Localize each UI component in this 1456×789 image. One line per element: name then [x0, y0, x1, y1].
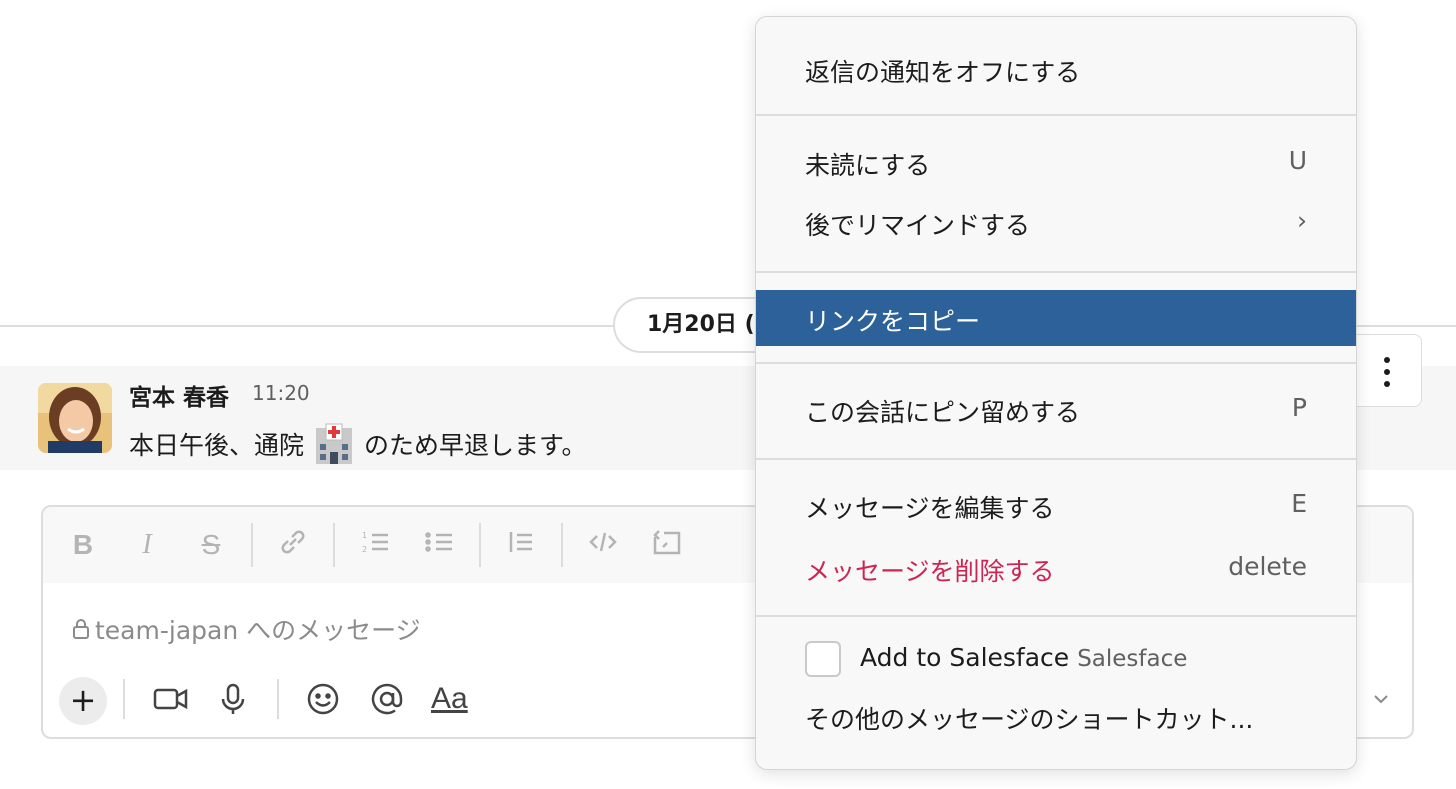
menu-item-turn-off-notifications[interactable]: 返信の通知をオフにする — [756, 41, 1356, 97]
menu-item-label: メッセージを編集する — [805, 494, 1055, 523]
salesface-checkbox[interactable] — [805, 641, 841, 677]
chevron-right-icon: › — [1297, 206, 1307, 235]
menu-divider — [756, 114, 1356, 116]
italic-icon[interactable]: I — [129, 527, 165, 563]
code-block-icon[interactable] — [649, 527, 685, 563]
emoji-icon[interactable] — [303, 679, 343, 719]
menu-item-pin[interactable]: この会話にピン留めする P — [756, 381, 1356, 437]
microphone-icon[interactable] — [213, 679, 253, 719]
avatar[interactable] — [38, 383, 112, 453]
menu-item-copy-link[interactable]: リンクをコピー — [756, 290, 1356, 346]
shortcut-key: P — [1291, 393, 1307, 422]
menu-divider — [756, 458, 1356, 460]
shortcut-key: U — [1288, 146, 1307, 175]
message-text-before: 本日午後、通院 — [129, 431, 305, 460]
bullet-list-icon[interactable] — [421, 527, 457, 563]
message-text: 本日午後、通院 のため早退します。 — [129, 422, 587, 466]
more-actions-button[interactable] — [1350, 334, 1422, 407]
hospital-icon — [312, 422, 356, 466]
message-text-after: のため早退します。 — [364, 431, 587, 460]
menu-item-label: 後でリマインドする — [805, 211, 1031, 240]
menu-item-delete-message[interactable]: メッセージを削除する delete — [756, 540, 1356, 596]
message-author[interactable]: 宮本 春香 — [129, 378, 229, 412]
formatting-icon[interactable]: Aa — [431, 679, 471, 719]
ordered-list-icon[interactable]: 12 — [357, 527, 393, 563]
menu-item-label: メッセージを削除する — [805, 557, 1055, 586]
toolbar-divider — [333, 523, 335, 567]
toolbar-divider — [479, 523, 481, 567]
actions-divider — [277, 679, 279, 719]
plus-icon[interactable]: + — [59, 677, 107, 725]
shortcut-key: E — [1291, 489, 1307, 518]
message-timestamp[interactable]: 11:20 — [252, 381, 310, 405]
toolbar-divider — [251, 523, 253, 567]
message-input[interactable]: team-japan へのメッセージ — [71, 611, 421, 647]
lock-icon — [71, 617, 91, 641]
toolbar-divider — [561, 523, 563, 567]
link-icon[interactable] — [275, 527, 311, 563]
menu-item-label: Add to Salesface Salesface — [860, 643, 1187, 672]
menu-item-label: 未読にする — [805, 151, 931, 180]
menu-divider — [756, 362, 1356, 364]
menu-item-label: この会話にピン留めする — [805, 398, 1081, 427]
menu-item-label: その他のメッセージのショートカット... — [805, 705, 1254, 734]
bold-icon[interactable]: B — [65, 527, 101, 563]
chevron-down-icon[interactable] — [1369, 687, 1393, 711]
salesface-app-name: Salesface — [1077, 646, 1188, 672]
menu-item-label: リンクをコピー — [805, 307, 981, 336]
video-icon[interactable] — [151, 679, 191, 719]
shortcut-key: delete — [1228, 552, 1307, 581]
message-context-menu: 返信の通知をオフにする 未読にする U 後でリマインドする › リンクをコピー … — [755, 16, 1357, 770]
menu-divider — [756, 271, 1356, 273]
salesface-action-label: Add to Salesface — [860, 643, 1070, 672]
blockquote-icon[interactable] — [503, 527, 539, 563]
menu-item-label: 返信の通知をオフにする — [805, 58, 1081, 87]
svg-text:1: 1 — [362, 531, 367, 540]
actions-divider — [123, 679, 125, 719]
menu-item-add-to-salesface[interactable]: Add to Salesface Salesface — [756, 633, 1356, 689]
message-input-placeholder: team-japan へのメッセージ — [95, 616, 421, 645]
mention-icon[interactable] — [367, 679, 407, 719]
menu-divider — [756, 615, 1356, 617]
menu-item-edit-message[interactable]: メッセージを編集する E — [756, 477, 1356, 533]
strikethrough-icon[interactable]: S — [193, 527, 229, 563]
menu-item-remind-later[interactable]: 後でリマインドする › — [756, 194, 1356, 250]
code-icon[interactable] — [585, 527, 621, 563]
menu-item-more-shortcuts[interactable]: その他のメッセージのショートカット... — [756, 688, 1356, 744]
menu-item-mark-unread[interactable]: 未読にする U — [756, 134, 1356, 190]
svg-text:2: 2 — [362, 545, 367, 554]
